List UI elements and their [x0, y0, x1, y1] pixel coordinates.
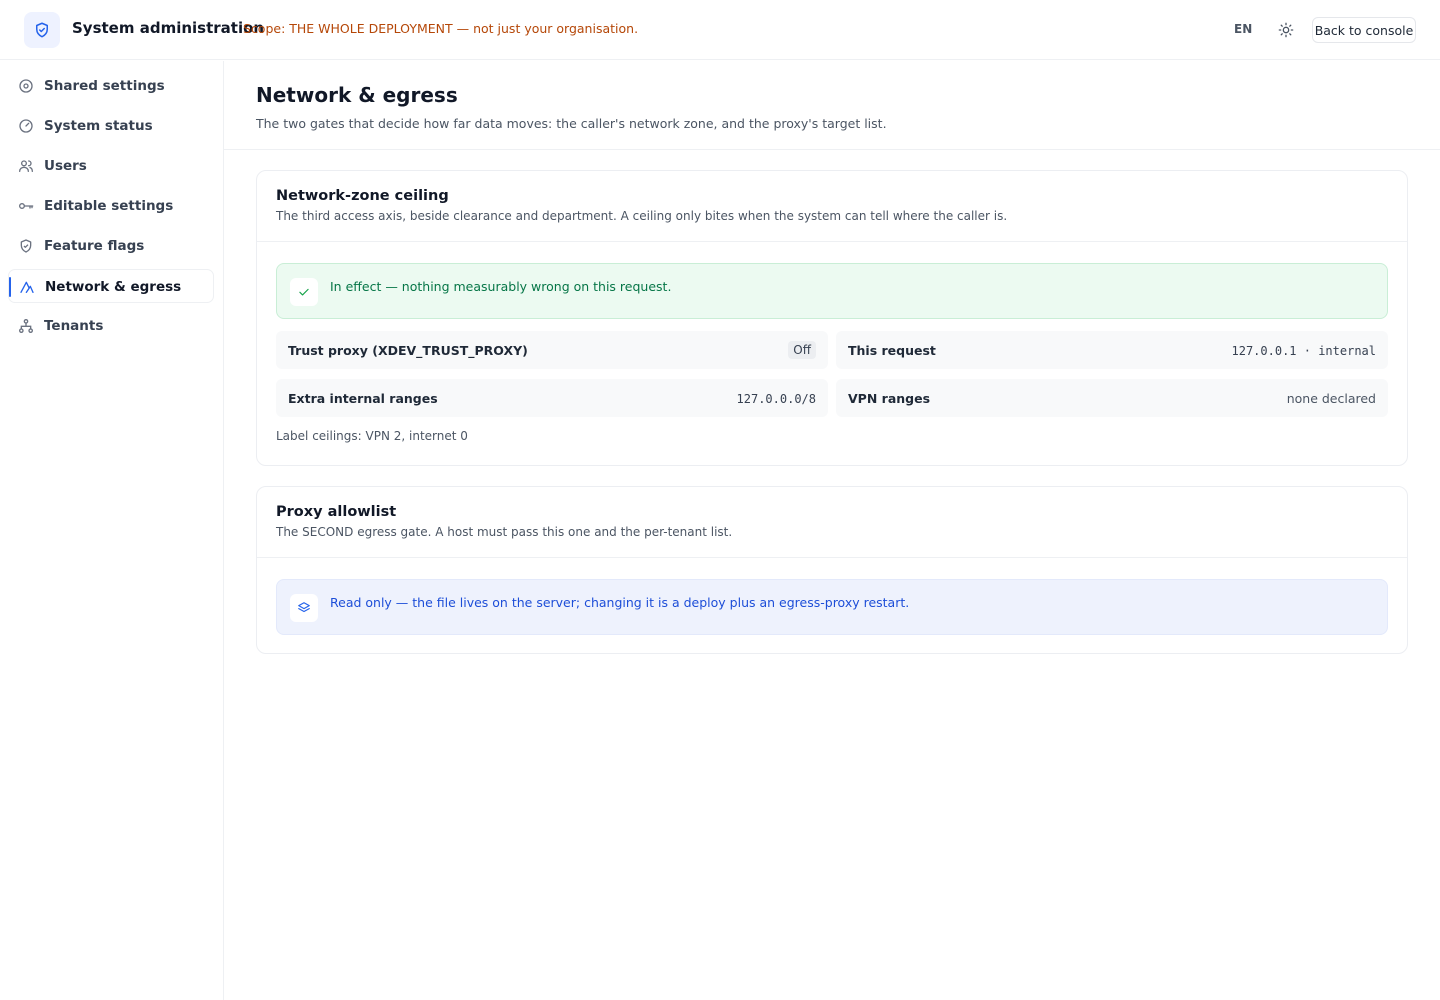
card-title: Network-zone ceiling	[276, 188, 449, 204]
field-label: VPN ranges	[848, 391, 931, 406]
page-header: Network & egress The two gates that deci…	[224, 61, 1440, 150]
shield-icon	[18, 238, 34, 254]
sidebar: Shared settings System status Users Edit…	[0, 61, 224, 1000]
tenants-icon	[18, 318, 34, 334]
vpn-ranges-row: VPN ranges none declared	[836, 379, 1388, 417]
label-ceilings-note: Label ceilings: VPN 2, internet 0	[276, 429, 468, 443]
field-label: Extra internal ranges	[288, 391, 438, 406]
sun-icon[interactable]	[1276, 20, 1296, 40]
read-only-notice: Read only — the file lives on the server…	[276, 579, 1388, 635]
key-icon	[18, 198, 34, 214]
language-switch[interactable]: EN	[1234, 22, 1252, 36]
field-value: 127.0.0.0/8	[736, 392, 816, 406]
extra-ranges-row: Extra internal ranges 127.0.0.0/8	[276, 379, 828, 417]
sidebar-item-label: Users	[44, 158, 87, 174]
back-to-console-button[interactable]: Back to console	[1312, 17, 1416, 43]
sidebar-item-label: Shared settings	[44, 78, 165, 94]
field-label: This request	[848, 343, 936, 358]
layers-icon	[290, 594, 318, 622]
status-notice: In effect — nothing measurably wrong on …	[276, 263, 1388, 319]
card-header: Proxy allowlist The SECOND egress gate. …	[257, 487, 1407, 558]
top-bar: System administration Scope: THE WHOLE D…	[0, 0, 1440, 60]
status-text: In effect — nothing measurably wrong on …	[330, 279, 672, 294]
card-title: Proxy allowlist	[276, 504, 397, 520]
sidebar-item-label: Feature flags	[44, 238, 145, 254]
sidebar-item-label: System status	[44, 118, 153, 134]
card-subtitle: The third access axis, beside clearance …	[276, 209, 1008, 223]
sidebar-item-users[interactable]: Users	[8, 149, 214, 183]
sidebar-item-editable-settings[interactable]: Editable settings	[8, 189, 214, 223]
shield-check-icon	[24, 12, 60, 48]
sidebar-item-tenants[interactable]: Tenants	[8, 309, 214, 343]
users-icon	[18, 158, 34, 174]
gauge-icon	[18, 118, 34, 134]
sidebar-item-label: Tenants	[44, 318, 104, 334]
check-icon	[290, 278, 318, 306]
network-zone-card: Network-zone ceiling The third access ax…	[256, 170, 1408, 466]
card-subtitle: The SECOND egress gate. A host must pass…	[276, 525, 733, 539]
network-icon	[19, 279, 35, 295]
sidebar-item-label: Network & egress	[45, 279, 182, 295]
settings-icon	[18, 78, 34, 94]
notice-text: Read only — the file lives on the server…	[330, 595, 910, 610]
this-request-row: This request 127.0.0.1 · internal	[836, 331, 1388, 369]
proxy-allowlist-card: Proxy allowlist The SECOND egress gate. …	[256, 486, 1408, 654]
sidebar-item-label: Editable settings	[44, 198, 174, 214]
sidebar-item-system-status[interactable]: System status	[8, 109, 214, 143]
page-title: Network & egress	[256, 83, 458, 107]
sidebar-item-network-egress[interactable]: Network & egress	[8, 269, 214, 303]
status-badge: Off	[788, 341, 816, 359]
field-value: none declared	[1286, 391, 1376, 406]
app-title: System administration	[72, 19, 265, 37]
field-label: Trust proxy (XDEV_TRUST_PROXY)	[288, 343, 528, 358]
field-value: 127.0.0.1 · internal	[1231, 344, 1377, 358]
sidebar-item-feature-flags[interactable]: Feature flags	[8, 229, 214, 263]
trust-proxy-row: Trust proxy (XDEV_TRUST_PROXY) Off	[276, 331, 828, 369]
page-subtitle: The two gates that decide how far data m…	[256, 116, 887, 131]
card-header: Network-zone ceiling The third access ax…	[257, 171, 1407, 242]
sidebar-item-shared-settings[interactable]: Shared settings	[8, 69, 214, 103]
scope-warning: Scope: THE WHOLE DEPLOYMENT — not just y…	[243, 21, 639, 36]
